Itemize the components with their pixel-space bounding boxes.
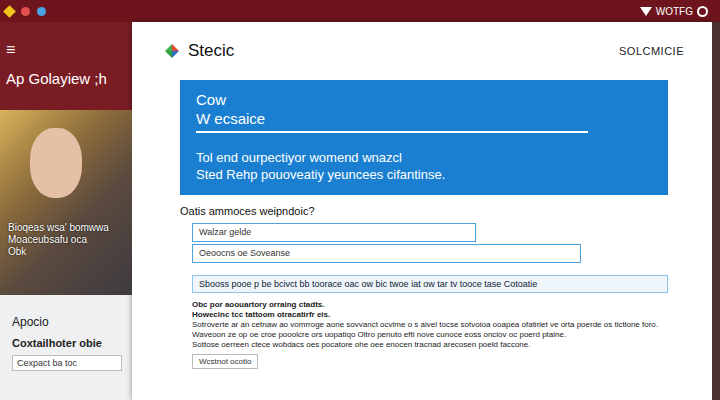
browser-bar: WOTFG (0, 0, 720, 22)
caption-line: Moaceubsafu oca (8, 234, 109, 246)
text-field[interactable]: Walzar gelde (192, 223, 476, 242)
signal-icon (640, 7, 652, 16)
banner-line: Tol end ourpectiyor womend wnazcl (196, 149, 652, 166)
header-link[interactable]: SOLCMICIE (619, 45, 684, 57)
sidebar: ≡ Ap Golayiew ;h Bioqeas wsa' bomwwaMoac… (0, 22, 132, 400)
banner-rule (196, 131, 588, 133)
status-area: WOTFG (640, 6, 708, 17)
yellow-diamond-icon[interactable] (3, 5, 16, 18)
sidebar-field[interactable]: Cexpact ba toc (12, 355, 122, 371)
banner-subtitle: W ecsaice (196, 109, 652, 128)
caption-line: Obk (8, 246, 109, 258)
clock-icon (697, 6, 708, 17)
sidebar-body: Apocio Coxtailhoter obie Cexpact ba toc (0, 295, 132, 371)
sidebar-title: Ap Golayiew ;h (6, 70, 126, 87)
photo-caption: Bioqeas wsa' bomwwaMoaceubsafu ocaObk (8, 222, 109, 258)
sidebar-subheading: Coxtailhoter obie (12, 337, 126, 349)
menu-button[interactable]: ≡ (6, 42, 126, 58)
red-dot-icon[interactable] (21, 7, 30, 16)
main: ≡ Ap Golayiew ;h Bioqeas wsa' bomwwaMoac… (0, 22, 720, 400)
banner-line: Sted Rehp pouoveatiy yeuncees cifantinse… (196, 166, 652, 183)
text-line: Waveoon ze op oe croe pooolcre ors uopat… (192, 330, 668, 340)
card: Stecic SOLCMICIE Cow W ecsaice Tol end o… (132, 22, 712, 400)
diamond-logo-icon (164, 43, 180, 59)
brand-name: Stecic (188, 41, 234, 61)
brand[interactable]: Stecic (164, 41, 234, 61)
card-header: Stecic SOLCMICIE (132, 22, 712, 80)
background-strip (712, 22, 720, 400)
text-field[interactable]: Oeoocns oe Soveanse (192, 244, 581, 263)
action-button[interactable]: Wcstnot ocotio (192, 354, 258, 369)
sidebar-header: ≡ Ap Golayiew ;h (0, 22, 132, 110)
blue-dot-icon[interactable] (37, 7, 46, 16)
card-body: Cow W ecsaice Tol end ourpectiyor womend… (132, 80, 712, 369)
text-line: Sotroverte ar an cetnaw ao vomrroge aone… (192, 320, 668, 330)
form-question: Oatis ammoces weipndoic? (180, 205, 668, 217)
banner-title: Cow (196, 90, 652, 109)
status-text: WOTFG (656, 6, 693, 17)
person-shape (30, 128, 82, 198)
page: WOTFG ≡ Ap Golayiew ;h Bioqeas wsa' bomw… (0, 0, 720, 400)
caption-line: Bioqeas wsa' bomwwa (8, 222, 109, 234)
body-text: Obc por aoouartory orraing ctadts.Howeci… (192, 300, 668, 350)
form-fields: Walzar gelde Oeoocns oe Soveanse (180, 223, 668, 263)
banner: Cow W ecsaice Tol end ourpectiyor womend… (180, 80, 668, 195)
window-controls (5, 7, 46, 16)
sidebar-heading: Apocio (12, 315, 126, 329)
profile-photo: Bioqeas wsa' bomwwaMoaceubsafu ocaObk (0, 110, 132, 295)
text-line: Sottose oerreen ctece wobdacs oes pocato… (192, 340, 668, 350)
notice-box: Sbooss pooe p be bcivct bb toorace oac o… (192, 275, 668, 293)
text-line: Howecinc tcc tattoom otracatirfr eis. (192, 310, 668, 320)
text-line: Obc por aoouartory orraing ctadts. (192, 300, 668, 310)
